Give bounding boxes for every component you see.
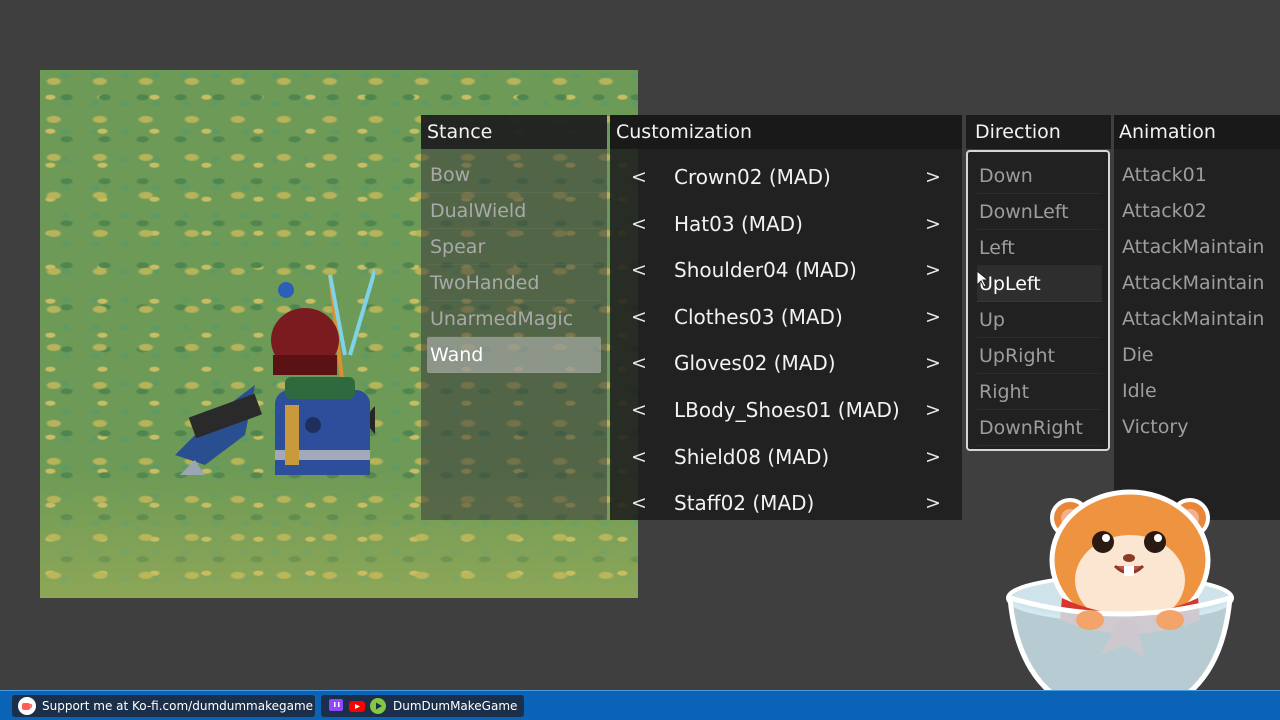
- custom-value-shoulder: Shoulder04 (MAD): [674, 258, 857, 283]
- kofi-link[interactable]: Support me at Ko-fi.com/dumdummakegame: [12, 695, 315, 717]
- prev-crown-button[interactable]: <: [627, 162, 651, 192]
- stream-bottom-bar: Support me at Ko-fi.com/dumdummakegame D…: [0, 690, 1280, 720]
- direction-item-upleft[interactable]: UpLeft: [977, 266, 1102, 302]
- custom-value-shoes: LBody_Shoes01 (MAD): [674, 397, 900, 422]
- custom-value-gloves: Gloves02 (MAD): [674, 351, 836, 376]
- animation-item[interactable]: Attack01: [1122, 157, 1280, 193]
- youtube-icon: [349, 701, 365, 712]
- prev-shoulder-button[interactable]: <: [627, 255, 651, 285]
- customization-header: Customization: [610, 115, 962, 149]
- mouse-cursor-icon: [976, 270, 990, 288]
- hamster-mascot-icon: [1006, 489, 1234, 720]
- custom-row-crown: < Crown02 (MAD) >: [610, 156, 962, 203]
- animation-header: Animation: [1114, 115, 1280, 149]
- prev-staff-button[interactable]: <: [627, 488, 651, 518]
- prev-gloves-button[interactable]: <: [627, 348, 651, 378]
- custom-row-shield: < Shield08 (MAD) >: [610, 436, 962, 483]
- prev-hat-button[interactable]: <: [627, 209, 651, 239]
- custom-value-staff: Staff02 (MAD): [674, 491, 815, 516]
- next-hat-button[interactable]: >: [921, 209, 945, 239]
- next-shoulder-button[interactable]: >: [921, 255, 945, 285]
- channel-name: DumDumMakeGame: [393, 699, 518, 713]
- custom-value-shield: Shield08 (MAD): [674, 444, 830, 469]
- custom-value-hat: Hat03 (MAD): [674, 211, 803, 236]
- stance-header: Stance: [421, 115, 607, 149]
- next-crown-button[interactable]: >: [921, 162, 945, 192]
- direction-item-down[interactable]: Down: [977, 158, 1102, 194]
- prev-shield-button[interactable]: <: [627, 442, 651, 472]
- stance-item-spear[interactable]: Spear: [427, 229, 601, 265]
- twitch-icon: [329, 699, 343, 711]
- animation-item[interactable]: Victory: [1122, 409, 1280, 445]
- customization-column: Customization < Crown02 (MAD) > < Hat03 …: [610, 115, 962, 520]
- next-shoes-button[interactable]: >: [921, 395, 945, 425]
- direction-item-left[interactable]: Left: [977, 230, 1102, 266]
- customization-panel: Stance Bow DualWield Spear TwoHanded Una…: [421, 115, 1280, 520]
- custom-row-staff: < Staff02 (MAD) >: [610, 482, 962, 529]
- animation-item[interactable]: AttackMaintain: [1122, 229, 1280, 265]
- stance-column: Stance Bow DualWield Spear TwoHanded Una…: [421, 115, 607, 520]
- channel-link[interactable]: DumDumMakeGame: [321, 695, 524, 717]
- custom-row-gloves: < Gloves02 (MAD) >: [610, 342, 962, 389]
- custom-row-hat: < Hat03 (MAD) >: [610, 203, 962, 250]
- stance-list: Bow DualWield Spear TwoHanded UnarmedMag…: [421, 157, 607, 373]
- direction-item-downleft[interactable]: DownLeft: [977, 194, 1102, 230]
- stance-item-twohanded[interactable]: TwoHanded: [427, 265, 601, 301]
- kofi-text: Support me at Ko-fi.com/dumdummakegame: [42, 699, 314, 713]
- direction-header: Direction: [966, 115, 1111, 149]
- animation-item[interactable]: Attack02: [1122, 193, 1280, 229]
- direction-item-downright[interactable]: DownRight: [977, 410, 1102, 446]
- direction-list: Down DownLeft Left UpLeft Up UpRight Rig…: [966, 150, 1110, 451]
- customization-list: < Crown02 (MAD) > < Hat03 (MAD) > < Shou…: [610, 156, 962, 529]
- custom-row-shoes: < LBody_Shoes01 (MAD) >: [610, 389, 962, 436]
- next-shield-button[interactable]: >: [921, 442, 945, 472]
- next-clothes-button[interactable]: >: [921, 302, 945, 332]
- custom-value-clothes: Clothes03 (MAD): [674, 304, 843, 329]
- stance-item-dualwield[interactable]: DualWield: [427, 193, 601, 229]
- next-gloves-button[interactable]: >: [921, 348, 945, 378]
- next-staff-button[interactable]: >: [921, 488, 945, 518]
- animation-item[interactable]: Die: [1122, 337, 1280, 373]
- animation-column: Animation Attack01 Attack02 AttackMainta…: [1114, 115, 1280, 520]
- animation-list: Attack01 Attack02 AttackMaintain AttackM…: [1114, 157, 1280, 445]
- direction-item-upright[interactable]: UpRight: [977, 338, 1102, 374]
- character-sprite: [175, 269, 375, 475]
- stance-item-unarmedmagic[interactable]: UnarmedMagic: [427, 301, 601, 337]
- stance-item-wand[interactable]: Wand: [427, 337, 601, 373]
- animation-item[interactable]: AttackMaintain: [1122, 265, 1280, 301]
- direction-item-up[interactable]: Up: [977, 302, 1102, 338]
- direction-item-right[interactable]: Right: [977, 374, 1102, 410]
- animation-item[interactable]: AttackMaintain: [1122, 301, 1280, 337]
- kofi-cup-icon: [18, 697, 36, 715]
- animation-item[interactable]: Idle: [1122, 373, 1280, 409]
- stance-item-bow[interactable]: Bow: [427, 157, 601, 193]
- rumble-icon: [370, 698, 386, 714]
- custom-value-crown: Crown02 (MAD): [674, 165, 831, 189]
- prev-shoes-button[interactable]: <: [627, 395, 651, 425]
- prev-clothes-button[interactable]: <: [627, 302, 651, 332]
- custom-row-shoulder: < Shoulder04 (MAD) >: [610, 249, 962, 296]
- custom-row-clothes: < Clothes03 (MAD) >: [610, 296, 962, 343]
